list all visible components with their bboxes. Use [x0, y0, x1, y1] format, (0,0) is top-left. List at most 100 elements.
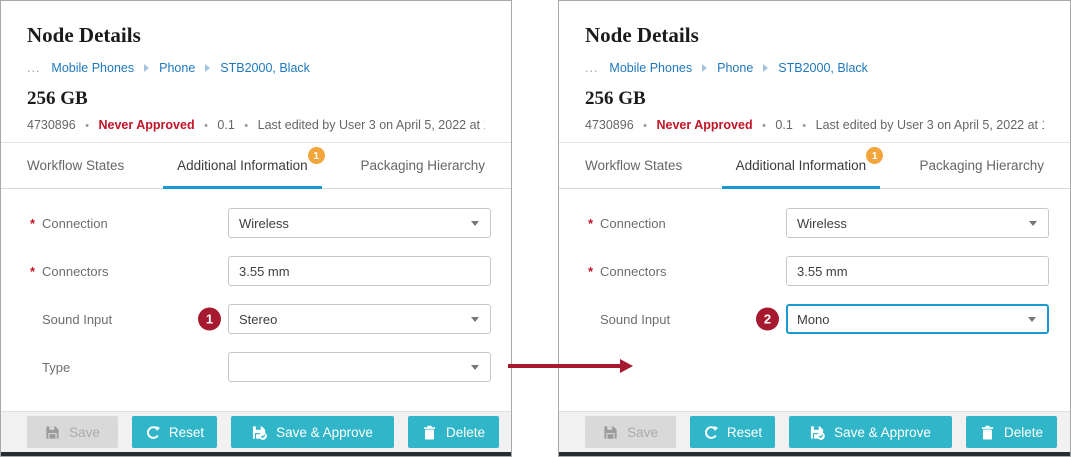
meta-row: 4730896 • Never Approved • 0.1 • Last ed… [585, 117, 1044, 134]
save-button[interactable]: Save [27, 416, 118, 448]
change-arrow-icon [508, 364, 620, 368]
tab-additional-information[interactable]: Additional Information 1 [163, 143, 322, 188]
type-select[interactable] [228, 352, 491, 382]
connection-select[interactable]: Wireless [786, 208, 1049, 238]
reset-icon [145, 425, 160, 440]
bottom-accent-bar [1, 452, 511, 456]
approval-status: Never Approved [99, 118, 195, 132]
breadcrumb-ellipsis[interactable]: ... [27, 60, 40, 76]
page-title: Node Details [27, 23, 485, 47]
button-label: Delete [1004, 425, 1043, 440]
page-title: Node Details [585, 23, 1044, 47]
form-row-sound-input: Sound Input 2 Mono [559, 295, 1070, 343]
chevron-down-icon [471, 221, 479, 226]
save-approve-button[interactable]: Save & Approve [231, 416, 394, 448]
reset-button[interactable]: Reset [132, 416, 217, 448]
node-details-panel-after: Node Details ... Mobile Phones Phone STB… [558, 0, 1071, 457]
form-row-connection: * Connection Wireless [559, 199, 1070, 247]
last-edited-text: Last edited by User 3 on April 5, 2022 a… [258, 118, 485, 132]
form-row-connection: * Connection Wireless [1, 199, 511, 247]
save-button[interactable]: Save [585, 416, 676, 448]
step-badge-1: 1 [198, 308, 221, 331]
tab-packaging-hierarchy[interactable]: Packaging Hierarchy [905, 143, 1058, 188]
tab-workflow-states[interactable]: Workflow States [571, 143, 696, 188]
select-value: Mono [797, 312, 830, 327]
form-row-sound-input: Sound Input 1 Stereo [1, 295, 511, 343]
version-number: 0.1 [217, 118, 234, 132]
reset-icon [703, 425, 718, 440]
trash-icon [422, 425, 437, 440]
last-edited-text: Last edited by User 3 on April 5, 2022 a… [816, 118, 1044, 132]
reset-button[interactable]: Reset [690, 416, 775, 448]
chevron-down-icon [471, 365, 479, 370]
connectors-input[interactable] [786, 256, 1049, 286]
approval-status: Never Approved [657, 118, 753, 132]
node-heading: 256 GB [585, 87, 1044, 110]
breadcrumb-link-stb2000-black[interactable]: STB2000, Black [220, 60, 310, 76]
button-label: Reset [169, 425, 204, 440]
connection-select[interactable]: Wireless [228, 208, 491, 238]
breadcrumb: ... Mobile Phones Phone STB2000, Black [585, 60, 1044, 76]
breadcrumb: ... Mobile Phones Phone STB2000, Black [27, 60, 485, 76]
delete-button[interactable]: Delete [966, 416, 1057, 448]
meta-row: 4730896 • Never Approved • 0.1 • Last ed… [27, 117, 485, 134]
breadcrumb-separator-icon [205, 64, 210, 72]
breadcrumb-separator-icon [763, 64, 768, 72]
tab-bar: Workflow States Additional Information 1… [1, 143, 511, 189]
select-value: Wireless [239, 216, 289, 231]
breadcrumb-link-phone[interactable]: Phone [159, 60, 195, 76]
save-approve-icon [810, 425, 825, 440]
field-label: Type [42, 360, 228, 375]
connectors-input[interactable] [228, 256, 491, 286]
save-icon [45, 425, 60, 440]
node-details-panel-before: Node Details ... Mobile Phones Phone STB… [0, 0, 512, 457]
save-approve-icon [252, 425, 267, 440]
button-label: Save & Approve [276, 425, 373, 440]
tab-workflow-states[interactable]: Workflow States [13, 143, 138, 188]
node-heading: 256 GB [27, 87, 485, 110]
tab-count-badge: 1 [866, 147, 883, 164]
panel-header: Node Details ... Mobile Phones Phone STB… [1, 1, 511, 143]
chevron-down-icon [1029, 221, 1037, 226]
tab-bar: Workflow States Additional Information 1… [559, 143, 1070, 189]
node-id: 4730896 [585, 118, 634, 132]
field-label: Connection [42, 216, 228, 231]
action-footer: Save Reset Save & Approve [559, 411, 1070, 452]
delete-button[interactable]: Delete [408, 416, 499, 448]
button-label: Save [627, 425, 658, 440]
required-marker: * [588, 264, 600, 279]
version-number: 0.1 [775, 118, 792, 132]
node-id: 4730896 [27, 118, 76, 132]
chevron-down-icon [471, 317, 479, 322]
tab-label: Workflow States [27, 158, 124, 173]
meta-separator: • [762, 120, 766, 132]
save-approve-button[interactable]: Save & Approve [789, 416, 952, 448]
breadcrumb-link-stb2000-black[interactable]: STB2000, Black [778, 60, 868, 76]
breadcrumb-link-mobile-phones[interactable]: Mobile Phones [609, 60, 692, 76]
button-label: Reset [727, 425, 762, 440]
required-marker: * [30, 264, 42, 279]
meta-separator: • [244, 120, 248, 132]
tab-packaging-hierarchy[interactable]: Packaging Hierarchy [346, 143, 499, 188]
tab-additional-information[interactable]: Additional Information 1 [722, 143, 881, 188]
step-badge-2: 2 [756, 308, 779, 331]
required-marker: * [588, 216, 600, 231]
tab-count-badge: 1 [308, 147, 325, 164]
meta-separator: • [85, 120, 89, 132]
breadcrumb-link-mobile-phones[interactable]: Mobile Phones [51, 60, 134, 76]
additional-information-form: * Connection Wireless * Connectors Sound… [559, 189, 1070, 343]
select-value: Wireless [797, 216, 847, 231]
panel-header: Node Details ... Mobile Phones Phone STB… [559, 1, 1070, 143]
breadcrumb-separator-icon [144, 64, 149, 72]
button-label: Delete [446, 425, 485, 440]
action-footer: Save Reset Save & Approve [1, 411, 511, 452]
chevron-down-icon [1028, 317, 1036, 322]
sound-input-select[interactable]: Mono [786, 304, 1049, 334]
form-row-connectors: * Connectors [559, 247, 1070, 295]
breadcrumb-ellipsis[interactable]: ... [585, 60, 598, 76]
sound-input-select[interactable]: Stereo [228, 304, 491, 334]
form-row-connectors: * Connectors [1, 247, 511, 295]
field-label: Connectors [600, 264, 786, 279]
tab-label: Additional Information [177, 158, 308, 173]
breadcrumb-link-phone[interactable]: Phone [717, 60, 753, 76]
